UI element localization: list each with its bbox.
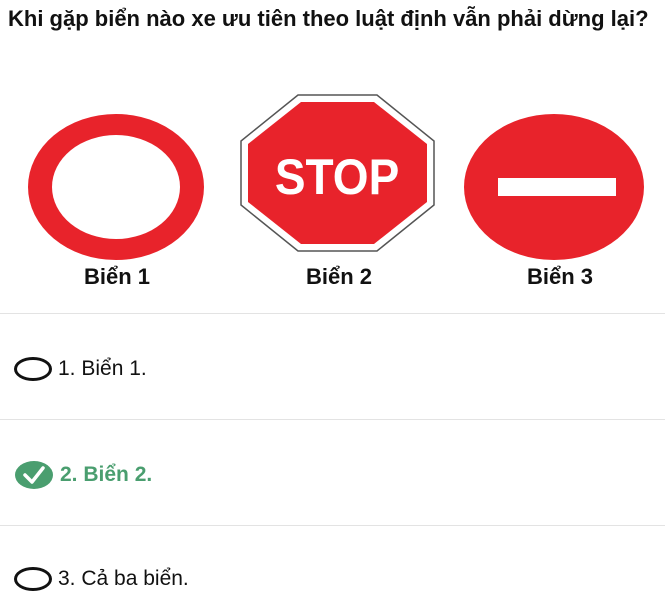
divider	[0, 313, 665, 314]
answer-option-label: 3. Cả ba biển.	[58, 567, 189, 590]
no-entry-sign-icon	[464, 114, 644, 260]
answer-option-label: 2. Biển 2.	[60, 463, 153, 486]
stop-sign-text: STOP	[275, 150, 399, 205]
answer-option-3[interactable]: 3. Cả ba biển.	[14, 559, 614, 599]
divider	[0, 419, 665, 420]
answer-option-2[interactable]: 2. Biển 2.	[14, 455, 614, 495]
sign-label-3: Biển 3	[526, 264, 594, 289]
check-circle-icon[interactable]	[14, 460, 54, 490]
no-entry-both-directions-sign-icon	[28, 114, 204, 260]
stop-sign-icon: STOP	[240, 94, 435, 252]
divider	[0, 525, 665, 526]
question-text: Khi gặp biển nào xe ưu tiên theo luật đị…	[8, 6, 649, 31]
answer-option-label: 1. Biển 1.	[58, 357, 147, 380]
signs-row: STOP	[0, 92, 665, 262]
answer-option-1[interactable]: 1. Biển 1.	[14, 349, 614, 389]
radio-unselected-icon[interactable]	[14, 567, 52, 591]
radio-unselected-icon[interactable]	[14, 357, 52, 381]
sign-label-2: Biển 2	[305, 264, 373, 289]
sign-label-1: Biển 1	[83, 264, 151, 289]
